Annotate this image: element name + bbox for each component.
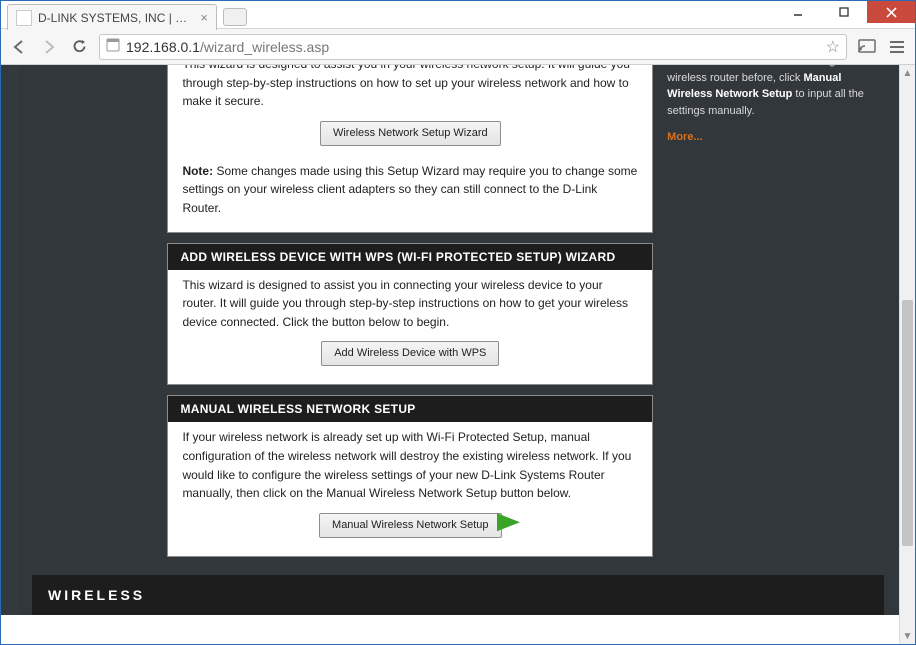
url-text: 192.168.0.1/wizard_wireless.asp [126, 39, 820, 55]
page-content: This wizard is designed to assist you in… [1, 65, 915, 644]
footer-band: WIRELESS [32, 575, 884, 615]
scroll-thumb[interactable] [902, 300, 913, 546]
help-text: an advanced user and have configured a w… [667, 65, 866, 117]
tab-title: D-LINK SYSTEMS, INC | W… [38, 11, 194, 25]
scroll-area: This wizard is designed to assist you in… [1, 65, 915, 644]
manual-header: MANUAL WIRELESS NETWORK SETUP [168, 396, 652, 422]
window-close-button[interactable] [867, 1, 915, 23]
back-button[interactable] [9, 37, 29, 57]
bookmark-star-icon[interactable]: ☆ [826, 37, 840, 57]
annotation-arrow-icon [442, 510, 522, 542]
add-wireless-wps-button[interactable]: Add Wireless Device with WPS [321, 341, 499, 366]
tab-favicon [16, 10, 32, 26]
scroll-up-icon[interactable]: ▲ [900, 65, 915, 81]
footer-logo: WIRELESS [48, 587, 145, 603]
tab-close-icon[interactable]: × [200, 11, 208, 24]
panel-manual-setup: MANUAL WIRELESS NETWORK SETUP If your wi… [167, 395, 653, 556]
help-sidebar: an advanced user and have configured a w… [667, 65, 884, 146]
site-info-icon[interactable] [106, 38, 120, 55]
browser-toolbar: 192.168.0.1/wizard_wireless.asp ☆ [1, 29, 915, 65]
cast-icon[interactable] [857, 37, 877, 57]
wps-header: ADD WIRELESS DEVICE WITH WPS (WI-FI PROT… [168, 244, 652, 270]
main-column: This wizard is designed to assist you in… [167, 65, 653, 567]
vertical-scrollbar[interactable]: ▲ ▼ [899, 65, 915, 644]
scroll-down-icon[interactable]: ▼ [900, 628, 915, 644]
browser-tab[interactable]: D-LINK SYSTEMS, INC | W… × [7, 4, 217, 30]
help-more-link[interactable]: More... [667, 129, 702, 146]
copyright-text: Copyright © 2004-2009 D-Link Corporation… [1, 615, 915, 644]
window-minimize-button[interactable] [775, 1, 821, 23]
manual-body-text: If your wireless network is already set … [182, 428, 638, 502]
panel-setup-wizard: This wizard is designed to assist you in… [167, 65, 653, 233]
window-maximize-button[interactable] [821, 1, 867, 23]
new-tab-button[interactable] [223, 8, 247, 26]
reload-button[interactable] [69, 37, 89, 57]
panel-wps-wizard: ADD WIRELESS DEVICE WITH WPS (WI-FI PROT… [167, 243, 653, 386]
page-viewport: This wizard is designed to assist you in… [1, 65, 915, 644]
browser-window: D-LINK SYSTEMS, INC | W… × 192.168.0.1/w… [0, 0, 916, 645]
wireless-setup-wizard-button[interactable]: Wireless Network Setup Wizard [320, 121, 501, 146]
window-controls [775, 1, 915, 23]
forward-button[interactable] [39, 37, 59, 57]
wps-body-text: This wizard is designed to assist you in… [182, 276, 638, 332]
setup-wizard-note: Note: Some changes made using this Setup… [182, 162, 638, 218]
chrome-menu-icon[interactable] [887, 37, 907, 57]
setup-wizard-intro: This wizard is designed to assist you in… [182, 65, 638, 111]
scroll-track[interactable] [900, 81, 915, 628]
address-bar[interactable]: 192.168.0.1/wizard_wireless.asp ☆ [99, 34, 847, 60]
